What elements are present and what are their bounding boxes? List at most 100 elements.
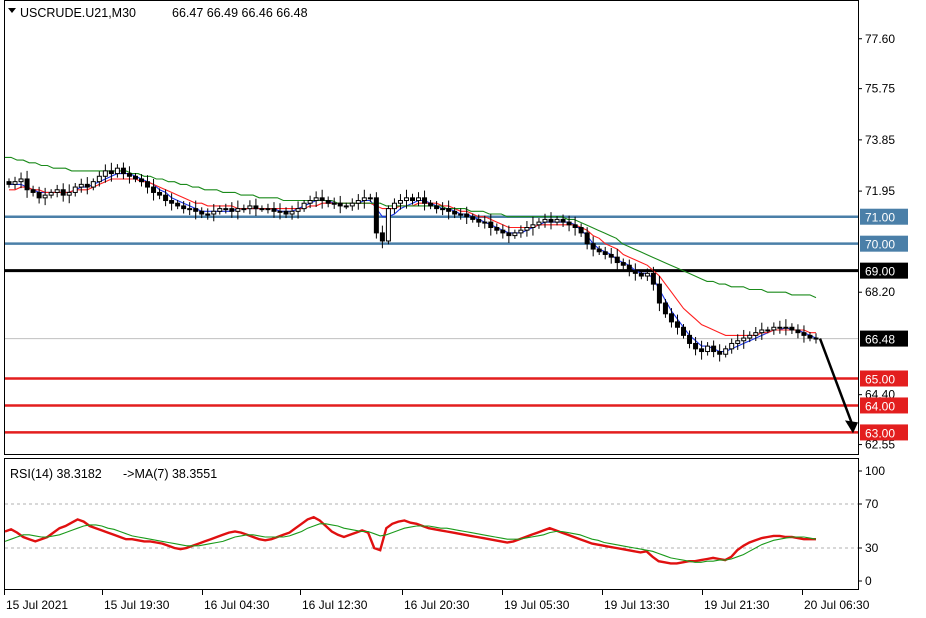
candle-body <box>482 221 488 224</box>
candle-body <box>494 227 500 231</box>
candle-body <box>66 191 72 196</box>
candlestick-series <box>6 162 819 362</box>
candle-body <box>391 202 397 210</box>
candle-body <box>452 210 458 215</box>
level-label-text: 65.00 <box>865 373 895 387</box>
candle-body <box>96 175 102 183</box>
candle-body <box>626 264 632 272</box>
candle-body <box>18 178 24 183</box>
candle-body <box>42 194 48 199</box>
candle-body <box>765 329 771 332</box>
trading-chart[interactable]: 77.6075.7573.8571.9568.2064.4062.55 71.0… <box>0 0 926 618</box>
ohlc-values: 66.47 66.49 66.46 66.48 <box>172 6 308 20</box>
level-label-text: 71.00 <box>865 211 895 225</box>
candle-body <box>301 202 307 210</box>
candle-body <box>193 208 199 212</box>
candle-body <box>458 213 464 216</box>
candle-body <box>241 208 247 211</box>
candle-body <box>674 321 680 328</box>
candle-body <box>566 221 572 226</box>
candle-body <box>157 191 163 196</box>
candle-body <box>602 251 608 255</box>
candle-body <box>289 210 295 215</box>
candle-body <box>735 340 741 344</box>
candle-body <box>145 181 151 188</box>
candle-body <box>500 229 506 234</box>
rsi-tick-label: 70 <box>865 497 879 511</box>
time-tick-label: 16 Jul 04:30 <box>204 598 270 612</box>
candle-body <box>126 173 132 177</box>
candle-body <box>48 191 54 196</box>
candle-body <box>355 200 361 204</box>
time-tick-label: 19 Jul 13:30 <box>604 598 670 612</box>
symbol-label[interactable]: USCRUDE.U21,M30 <box>20 6 136 20</box>
candle-body <box>488 221 494 229</box>
price-tick-label: 75.75 <box>865 82 895 96</box>
symbol-dropdown-icon[interactable] <box>8 8 16 13</box>
candle-body <box>699 348 705 353</box>
candle-body <box>235 208 241 212</box>
candle-body <box>434 205 440 210</box>
candle-body <box>530 224 536 229</box>
level-label-text: 70.00 <box>865 238 895 252</box>
candle-body <box>30 189 36 193</box>
time-tick-label: 16 Jul 20:30 <box>404 598 470 612</box>
rsi-indicator <box>4 503 858 565</box>
candle-body <box>668 313 674 323</box>
candle-body <box>108 170 114 175</box>
candle-body <box>277 210 283 213</box>
candle-body <box>247 205 253 210</box>
candle-body <box>6 181 12 185</box>
candle-body <box>428 202 434 207</box>
candle-body <box>361 197 367 202</box>
candle-body <box>518 229 524 234</box>
candle-body <box>283 210 289 215</box>
level-label-text: 69.00 <box>865 265 895 279</box>
horizontal-levels[interactable] <box>5 215 858 434</box>
candle-body <box>132 175 138 180</box>
candle-body <box>777 326 783 329</box>
candle-body <box>687 334 693 344</box>
candle-body <box>114 167 120 175</box>
time-tick-label: 15 Jul 2021 <box>6 598 68 612</box>
forecast-arrow <box>818 338 858 434</box>
candle-body <box>470 216 476 220</box>
candle-body <box>211 210 217 215</box>
rsi-tick-label: 0 <box>865 574 872 588</box>
candle-body <box>313 197 319 202</box>
candle-body <box>723 348 729 355</box>
rsi-axis: 100 70 30 0 <box>858 464 885 588</box>
candle-body <box>410 197 415 202</box>
candle-body <box>693 342 699 350</box>
candle-body <box>325 200 331 204</box>
candle-body <box>205 213 211 216</box>
candle-body <box>681 326 687 336</box>
candle-body <box>584 232 590 245</box>
candle-body <box>229 208 235 212</box>
candle-body <box>367 197 373 200</box>
candle-body <box>536 221 542 226</box>
candle-body <box>446 208 452 212</box>
candle-body <box>644 272 650 277</box>
time-tick-label: 19 Jul 21:30 <box>704 598 770 612</box>
price-tick-label: 73.85 <box>865 133 895 147</box>
candle-body <box>813 337 819 340</box>
candle-body <box>253 205 259 210</box>
candle-body <box>319 197 325 202</box>
candle-body <box>60 189 66 196</box>
forecast-arrow-shaft <box>818 338 855 427</box>
candle-body <box>620 262 626 266</box>
candle-body <box>403 197 409 202</box>
candle-body <box>54 189 60 193</box>
candle-body <box>90 181 96 188</box>
candle-body <box>151 186 157 193</box>
candle-body <box>223 208 229 211</box>
candle-body <box>440 208 446 211</box>
candle-body <box>181 205 187 210</box>
candle-body <box>271 208 277 212</box>
time-tick-label: 20 Jul 06:30 <box>804 598 870 612</box>
candle-body <box>199 210 205 215</box>
candle-body <box>175 202 181 207</box>
rsi-ma-label: ->MA(7) 38.3551 <box>123 467 217 481</box>
candle-body <box>379 232 385 242</box>
